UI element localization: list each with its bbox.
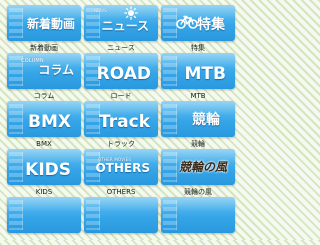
category-tile[interactable]: 競輪 bbox=[161, 101, 235, 137]
category-tile[interactable] bbox=[7, 197, 81, 233]
category-news[interactable]: NEWS ニュース ニュース bbox=[84, 5, 158, 53]
tile-title: ニュース bbox=[101, 19, 149, 33]
tile-title: コラム bbox=[38, 63, 74, 77]
category-track[interactable]: Track トラック bbox=[84, 101, 158, 149]
category-feature[interactable]: 特集 特集 bbox=[161, 5, 235, 53]
category-tile[interactable] bbox=[161, 197, 235, 233]
category-tile[interactable]: MTB bbox=[161, 53, 235, 89]
tile-title: ROAD bbox=[96, 64, 151, 84]
category-caption: BMX bbox=[36, 140, 52, 148]
category-caption: 競輪の風 bbox=[184, 188, 212, 196]
category-tile[interactable]: NEWS ニュース bbox=[84, 5, 158, 41]
category-mtb[interactable]: MTB MTB bbox=[161, 53, 235, 101]
tile-title: KIDS bbox=[25, 160, 71, 180]
category-new-videos[interactable]: 新着動画 新着動画 bbox=[7, 5, 81, 53]
category-tile[interactable]: 特集 bbox=[161, 5, 235, 41]
category-tile[interactable]: BMX bbox=[7, 101, 81, 137]
bicycle-icon bbox=[176, 15, 198, 29]
category-caption: ニュース bbox=[107, 44, 135, 52]
category-tile[interactable]: COLUMN コラム bbox=[7, 53, 81, 89]
tile-title: Track bbox=[99, 112, 150, 132]
category-caption: KIDS bbox=[35, 188, 53, 196]
category-column[interactable]: COLUMN コラム コラム bbox=[7, 53, 81, 101]
category-caption: コラム bbox=[33, 92, 55, 100]
tile-title: 競輪の風 bbox=[178, 160, 227, 174]
category-tile[interactable]: OTHER MOVIES OTHERS bbox=[84, 149, 158, 185]
tile-title: BMX bbox=[28, 112, 71, 132]
category-tile[interactable]: ROAD bbox=[84, 53, 158, 89]
category-keirin[interactable]: 競輪 競輪 bbox=[161, 101, 235, 149]
category-caption: 特集 bbox=[191, 44, 205, 52]
category-grid: 新着動画 新着動画 NEWS ニュース ニュース 特集 特集 COLUMN コラ… bbox=[0, 0, 240, 240]
category-caption: OTHERS bbox=[106, 188, 136, 196]
category-caption: MTB bbox=[190, 92, 206, 100]
category-tile[interactable]: KIDS bbox=[7, 149, 81, 185]
tile-title: OTHERS bbox=[95, 161, 150, 175]
tile-title: 特集 bbox=[197, 17, 225, 33]
category-caption: 競輪 bbox=[191, 140, 205, 148]
category-tile-partial[interactable] bbox=[84, 197, 158, 245]
tile-title: 競輪 bbox=[192, 112, 220, 128]
category-tile[interactable]: 新着動画 bbox=[7, 5, 81, 41]
category-tile-partial[interactable] bbox=[7, 197, 81, 245]
category-caption: トラック bbox=[107, 140, 135, 148]
tile-title: MTB bbox=[184, 64, 226, 84]
category-kids[interactable]: KIDS KIDS bbox=[7, 149, 81, 197]
category-tile[interactable]: Track bbox=[84, 101, 158, 137]
category-tile[interactable]: 競輪の風 bbox=[161, 149, 235, 185]
category-bmx[interactable]: BMX BMX bbox=[7, 101, 81, 149]
category-road[interactable]: ROAD ロード bbox=[84, 53, 158, 101]
tile-subtitle: NEWS bbox=[94, 8, 107, 13]
category-others[interactable]: OTHER MOVIES OTHERS OTHERS bbox=[84, 149, 158, 197]
category-caption: ロード bbox=[110, 92, 132, 100]
tile-title: 新着動画 bbox=[26, 17, 75, 31]
category-tile-partial[interactable] bbox=[161, 197, 235, 245]
category-keirin-no-kaze[interactable]: 競輪の風 競輪の風 bbox=[161, 149, 235, 197]
category-tile[interactable] bbox=[84, 197, 158, 233]
category-caption: 新着動画 bbox=[30, 44, 58, 52]
